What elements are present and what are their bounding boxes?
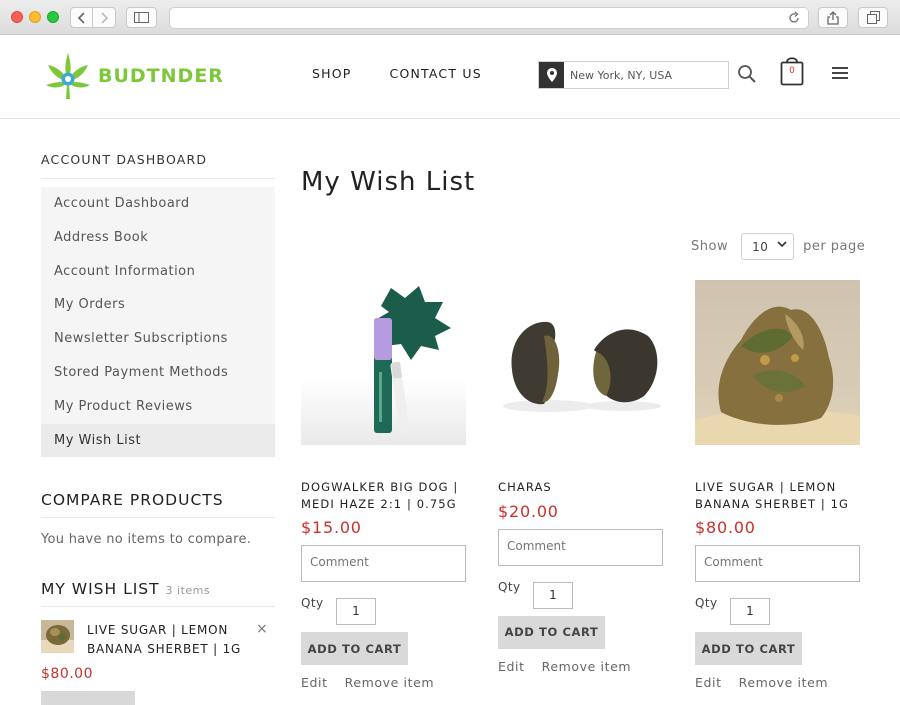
- sidebar-icon: [134, 12, 149, 23]
- main-nav: SHOP CONTACT US: [312, 66, 520, 81]
- reload-icon[interactable]: [788, 11, 800, 28]
- qty-row: Qty 1: [695, 593, 860, 625]
- site-header: BUDTNDER SHOP CONTACT US 0: [0, 35, 900, 119]
- close-icon[interactable]: ×: [256, 621, 268, 637]
- close-window-button[interactable]: [11, 11, 23, 23]
- qty-input[interactable]: 1: [730, 598, 770, 625]
- product-actions: Edit Remove item: [498, 659, 663, 674]
- chevron-right-icon: [101, 11, 108, 24]
- qty-label: Qty: [498, 579, 521, 594]
- product-name[interactable]: DOGWALKER BIG DOG | MEDI HAZE 2:1 | 0.75…: [301, 479, 466, 512]
- qty-row: Qty 1: [301, 593, 466, 625]
- product-card: DOGWALKER BIG DOG | MEDI HAZE 2:1 | 0.75…: [301, 280, 466, 690]
- edit-link[interactable]: Edit: [695, 675, 722, 690]
- chevron-down-icon: [777, 241, 787, 251]
- product-card: CHARAS $20.00 Qty 1 ADD TO CART Edit Rem…: [498, 280, 663, 674]
- sidebar-item-account-information[interactable]: Account Information: [41, 255, 275, 289]
- pager-toolbar: Show 10 per page: [691, 233, 865, 260]
- logo[interactable]: BUDTNDER: [44, 51, 224, 101]
- account-nav: Account Dashboard Address Book Account I…: [41, 187, 275, 458]
- wishlist-count: 3 items: [165, 584, 211, 597]
- address-bar[interactable]: [169, 7, 809, 29]
- sidebar-item-address-book[interactable]: Address Book: [41, 221, 275, 255]
- compare-products-block: COMPARE PRODUCTS You have no items to co…: [41, 491, 275, 547]
- sidebar-toggle-button[interactable]: [126, 7, 157, 28]
- product-name[interactable]: CHARAS: [498, 479, 663, 496]
- minimize-window-button[interactable]: [29, 11, 41, 23]
- per-page-label: per page: [803, 239, 866, 254]
- location-field[interactable]: [538, 61, 729, 89]
- sidebar-item-my-orders[interactable]: My Orders: [41, 288, 275, 322]
- product-image-live-sugar[interactable]: [695, 280, 860, 445]
- product-card: LIVE SUGAR | LEMON BANANA SHERBET | 1G $…: [695, 280, 860, 690]
- share-icon: [827, 10, 839, 25]
- nav-shop-link[interactable]: SHOP: [312, 66, 352, 81]
- browser-toolbar: [0, 0, 900, 35]
- remove-item-link[interactable]: Remove item: [345, 675, 435, 690]
- sidebar-item-product-reviews[interactable]: My Product Reviews: [41, 390, 275, 424]
- hamburger-menu-icon[interactable]: [832, 67, 848, 79]
- remove-item-link[interactable]: Remove item: [542, 659, 632, 674]
- per-page-select[interactable]: 10: [741, 233, 795, 260]
- comment-field[interactable]: [301, 545, 466, 582]
- edit-link[interactable]: Edit: [498, 659, 525, 674]
- wishlist-item-thumbnail[interactable]: [41, 620, 74, 653]
- search-icon: [738, 65, 756, 83]
- cannabis-leaf-logo-icon: [46, 53, 90, 99]
- remove-item-link[interactable]: Remove item: [739, 675, 829, 690]
- comment-field[interactable]: [695, 545, 860, 582]
- sidebar-item-wish-list[interactable]: My Wish List: [41, 423, 275, 458]
- per-page-value: 10: [752, 239, 769, 254]
- logo-text: BUDTNDER: [98, 65, 224, 87]
- qty-label: Qty: [695, 596, 718, 610]
- comment-field[interactable]: [498, 528, 663, 566]
- sidebar-item-payment-methods[interactable]: Stored Payment Methods: [41, 356, 275, 390]
- wishlist-item-price: $80.00: [41, 666, 93, 682]
- forward-button[interactable]: [93, 7, 116, 28]
- add-to-cart-button[interactable]: ADD TO CART: [301, 632, 408, 665]
- edit-link[interactable]: Edit: [301, 675, 328, 690]
- search-button[interactable]: [737, 64, 757, 84]
- show-label: Show: [691, 239, 729, 254]
- qty-input[interactable]: 1: [336, 598, 376, 625]
- sidebar-item-account-dashboard[interactable]: Account Dashboard: [41, 187, 275, 221]
- add-to-cart-button[interactable]: ADD TO CART: [695, 632, 802, 665]
- page-title: My Wish List: [301, 167, 476, 197]
- back-button[interactable]: [70, 7, 93, 28]
- compare-title: COMPARE PRODUCTS: [41, 491, 275, 518]
- location-input[interactable]: [564, 68, 724, 82]
- wishlist-block-header: MY WISH LIST 3 items: [41, 580, 275, 607]
- account-sidebar: ACCOUNT DASHBOARD Account Dashboard Addr…: [41, 152, 275, 458]
- product-price: $15.00: [301, 518, 362, 537]
- wishlist-sidebar-block: MY WISH LIST 3 items LIVE SUGAR | LEMON …: [41, 580, 275, 705]
- wishlist-item-name[interactable]: LIVE SUGAR | LEMON BANANA SHERBET | 1G: [87, 621, 247, 659]
- chevron-left-icon: [77, 11, 85, 24]
- nav-contact-link[interactable]: CONTACT US: [390, 66, 482, 81]
- sidebar-item-newsletter[interactable]: Newsletter Subscriptions: [41, 322, 275, 356]
- wishlist-block-title: MY WISH LIST: [41, 580, 160, 598]
- wishlist-sidebar-item: LIVE SUGAR | LEMON BANANA SHERBET | 1G ×: [41, 619, 275, 659]
- qty-label: Qty: [301, 596, 324, 610]
- cart-count-badge: 0: [789, 66, 795, 76]
- zoom-window-button[interactable]: [47, 11, 59, 23]
- qty-input[interactable]: 1: [533, 581, 573, 609]
- wishlist-add-to-cart-button[interactable]: [41, 691, 135, 705]
- product-name[interactable]: LIVE SUGAR | LEMON BANANA SHERBET | 1G: [695, 479, 860, 512]
- sidebar-title: ACCOUNT DASHBOARD: [41, 152, 275, 179]
- add-to-cart-button[interactable]: ADD TO CART: [498, 615, 605, 649]
- share-button[interactable]: [818, 7, 848, 28]
- cart-button[interactable]: 0: [780, 54, 804, 86]
- product-price: $20.00: [498, 501, 559, 521]
- qty-row: Qty 1: [498, 577, 663, 609]
- location-pin-icon: [539, 62, 564, 88]
- compare-empty-text: You have no items to compare.: [41, 532, 252, 547]
- tabs-icon: [866, 11, 880, 24]
- product-image-charas[interactable]: [498, 280, 663, 445]
- tab-overview-button[interactable]: [858, 7, 888, 28]
- product-actions: Edit Remove item: [301, 675, 466, 690]
- product-actions: Edit Remove item: [695, 675, 860, 690]
- product-image-dogwalker[interactable]: [301, 280, 466, 445]
- product-price: $80.00: [695, 518, 756, 537]
